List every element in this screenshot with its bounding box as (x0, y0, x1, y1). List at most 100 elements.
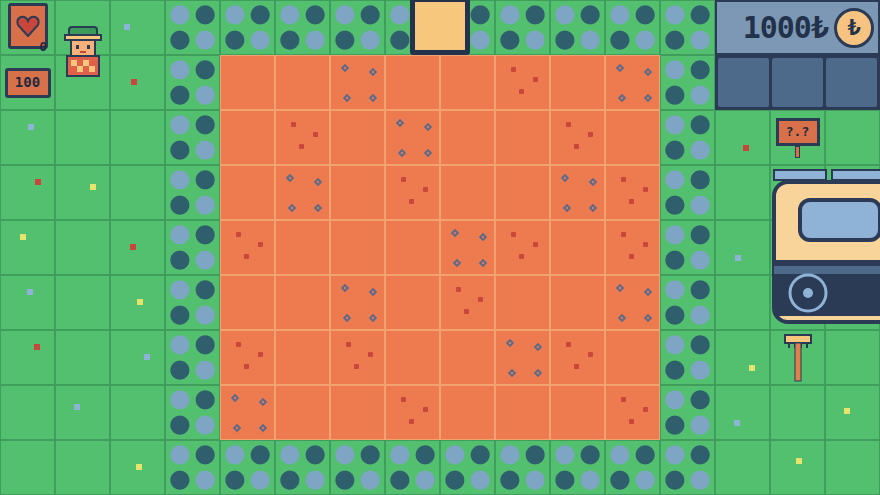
seed-mark (629, 199, 634, 204)
dirt-tile[interactable] (495, 385, 550, 440)
dirt-tile[interactable] (385, 385, 440, 440)
hedge-tile (495, 0, 550, 55)
dirt-tile[interactable] (440, 220, 495, 275)
dirt-tile[interactable] (605, 110, 660, 165)
grass-tile (770, 385, 825, 440)
hedge-tile (330, 0, 385, 55)
dirt-tile[interactable] (385, 275, 440, 330)
dirt-tile[interactable] (495, 220, 550, 275)
grass-flower (734, 420, 740, 426)
item-box[interactable] (410, 0, 470, 55)
dirt-tile[interactable] (495, 110, 550, 165)
dirt-tile[interactable] (220, 110, 275, 165)
seed-mark (566, 122, 571, 127)
dirt-tile[interactable] (275, 110, 330, 165)
dirt-tile[interactable] (605, 220, 660, 275)
stone-mark (314, 178, 322, 186)
dirt-tile[interactable] (550, 165, 605, 220)
dirt-tile[interactable] (275, 275, 330, 330)
seed-mark (299, 144, 304, 149)
dirt-tile[interactable] (440, 110, 495, 165)
dirt-tile[interactable] (220, 55, 275, 110)
grass-flower (137, 299, 143, 305)
dirt-tile[interactable] (330, 330, 385, 385)
inventory-slot[interactable] (718, 58, 769, 107)
grass-flower (27, 289, 33, 295)
dirt-tile[interactable] (495, 165, 550, 220)
dirt-tile[interactable] (550, 330, 605, 385)
dirt-tile[interactable] (385, 220, 440, 275)
dirt-tile[interactable] (275, 165, 330, 220)
hedge-tile (660, 385, 715, 440)
dirt-tile[interactable] (330, 220, 385, 275)
grass-tile (715, 110, 770, 165)
dirt-tile[interactable] (220, 330, 275, 385)
stone-mark (286, 174, 294, 182)
dirt-tile[interactable] (275, 385, 330, 440)
dirt-tile[interactable] (330, 55, 385, 110)
hedge-tile (275, 440, 330, 495)
seed-mark (313, 132, 318, 137)
dirt-tile[interactable] (550, 110, 605, 165)
grass-tile (825, 440, 880, 495)
dirt-tile[interactable] (385, 110, 440, 165)
stone-mark (341, 284, 349, 292)
dirt-tile[interactable] (385, 55, 440, 110)
rake-tool[interactable] (781, 333, 815, 383)
dirt-tile[interactable] (440, 385, 495, 440)
grass-flower (35, 179, 41, 185)
dirt-tile[interactable] (550, 55, 605, 110)
dirt-tile[interactable] (495, 55, 550, 110)
dirt-tile[interactable] (440, 330, 495, 385)
dirt-tile[interactable] (605, 385, 660, 440)
dirt-tile[interactable] (220, 165, 275, 220)
dirt-tile[interactable] (440, 275, 495, 330)
grass-tile (110, 165, 165, 220)
seed-mark (346, 342, 351, 347)
grass-tile (110, 55, 165, 110)
hedge-tile (660, 165, 715, 220)
dirt-tile[interactable] (330, 110, 385, 165)
dirt-tile[interactable] (220, 220, 275, 275)
dirt-tile[interactable] (440, 165, 495, 220)
seed-mark (574, 364, 579, 369)
dirt-tile[interactable] (440, 55, 495, 110)
dirt-tile[interactable] (495, 330, 550, 385)
inventory-slot[interactable] (772, 58, 823, 107)
dirt-tile[interactable] (275, 220, 330, 275)
dirt-tile[interactable] (605, 330, 660, 385)
dirt-tile[interactable] (220, 385, 275, 440)
farmer-character[interactable] (61, 25, 105, 81)
stone-mark (424, 149, 432, 157)
dirt-tile[interactable] (550, 220, 605, 275)
dirt-tile[interactable] (495, 275, 550, 330)
stone-mark (233, 424, 241, 432)
seed-mark (566, 342, 571, 347)
grass-tile (715, 220, 770, 275)
grass-tile (110, 440, 165, 495)
dirt-tile[interactable] (550, 385, 605, 440)
dirt-tile[interactable] (385, 330, 440, 385)
hedge-tile (165, 275, 220, 330)
dirt-tile[interactable] (385, 165, 440, 220)
grass-tile (715, 275, 770, 330)
dirt-tile[interactable] (605, 55, 660, 110)
hedge-tile (165, 165, 220, 220)
dirt-tile[interactable] (275, 55, 330, 110)
dirt-tile[interactable] (330, 165, 385, 220)
shop-bus[interactable] (770, 168, 880, 328)
dirt-tile[interactable] (220, 275, 275, 330)
dirt-tile[interactable] (605, 275, 660, 330)
stone-mark (369, 314, 377, 322)
stone-mark (343, 94, 351, 102)
grass-flower (743, 145, 749, 151)
dirt-tile[interactable] (605, 165, 660, 220)
grass-flower (130, 244, 136, 250)
inventory-slot[interactable] (826, 58, 877, 107)
dirt-tile[interactable] (330, 275, 385, 330)
dirt-tile[interactable] (330, 385, 385, 440)
grass-tile (0, 275, 55, 330)
dirt-tile[interactable] (550, 275, 605, 330)
dirt-tile[interactable] (275, 330, 330, 385)
seed-mark (533, 77, 538, 82)
